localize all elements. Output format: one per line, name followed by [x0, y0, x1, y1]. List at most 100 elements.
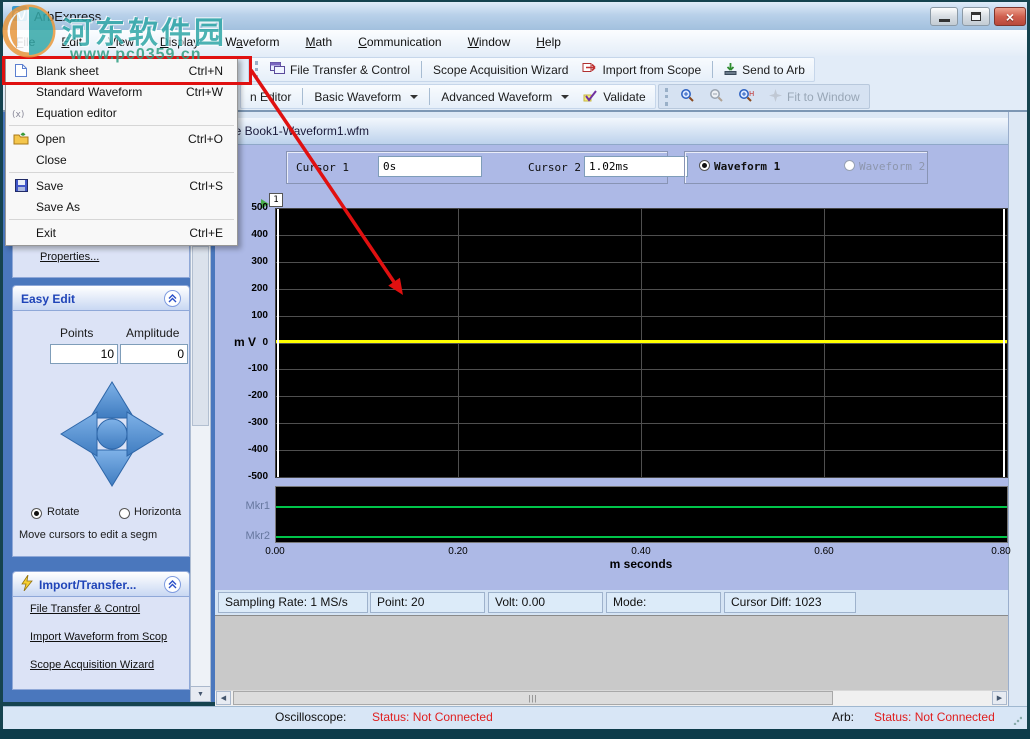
- send-to-arb-button[interactable]: Send to Arb: [717, 59, 812, 81]
- n-editor-button[interactable]: n Editor: [243, 86, 298, 108]
- marker1-line[interactable]: [276, 506, 1007, 508]
- document-titlebar[interactable]: ave Book1-Waveform1.wfm: [215, 118, 1008, 145]
- menu-item-shortcut: Ctrl+N: [189, 64, 223, 78]
- x-axis-tick: 0.40: [631, 546, 650, 557]
- zoom-h-button[interactable]: H: [731, 86, 762, 108]
- import-from-scope-button[interactable]: Import from Scope: [575, 59, 708, 81]
- lightning-icon: [21, 575, 33, 594]
- waveform1-radio[interactable]: [699, 160, 710, 171]
- toolbar-grip[interactable]: [665, 88, 669, 106]
- horizontal-scrollbar-thumb[interactable]: |||: [233, 691, 833, 705]
- file-transfer-control-button[interactable]: File Transfer & Control: [263, 59, 417, 81]
- cursor2-input[interactable]: [584, 156, 688, 177]
- waveform1-trace[interactable]: [276, 340, 1007, 343]
- cursor2-line[interactable]: [1003, 209, 1005, 477]
- menu-separator: [9, 219, 234, 220]
- import-transfer-header[interactable]: Import/Transfer...: [12, 571, 190, 597]
- menu-display[interactable]: Display: [147, 30, 212, 56]
- advanced-waveform-button[interactable]: Advanced Waveform: [434, 86, 576, 108]
- arb-status: Status: Not Connected: [874, 710, 995, 724]
- button-label: Advanced Waveform: [441, 90, 552, 104]
- menu-window[interactable]: Window: [455, 30, 524, 56]
- menu-edit[interactable]: Edit: [48, 30, 95, 56]
- marker2-line[interactable]: [276, 536, 1007, 538]
- validate-icon: [583, 89, 598, 105]
- easy-edit-header[interactable]: Easy Edit: [12, 285, 190, 311]
- menu-item-label: Close: [36, 153, 223, 167]
- rotate-label: Rotate: [47, 506, 79, 518]
- amplitude-label: Amplitude: [126, 326, 179, 340]
- collapse-chevron-icon[interactable]: [164, 290, 181, 307]
- close-icon: ×: [1006, 10, 1014, 24]
- scope-acquisition-wizard-button[interactable]: Scope Acquisition Wizard: [426, 59, 575, 81]
- properties-link[interactable]: Properties...: [40, 251, 99, 263]
- sidebar-scrollbar-thumb[interactable]: [192, 246, 209, 426]
- import-waveform-from-scop-link[interactable]: Import Waveform from Scop: [30, 631, 167, 643]
- menu-item-save[interactable]: SaveCtrl+S: [6, 175, 237, 196]
- y-axis-tick: -300: [228, 417, 268, 428]
- validate-button[interactable]: Validate: [576, 86, 652, 108]
- horizontal-label: Horizonta: [134, 506, 181, 518]
- y-axis-tick: -400: [228, 444, 268, 455]
- menu-item-standard-waveform[interactable]: Standard WaveformCtrl+W: [6, 81, 237, 102]
- menu-item-blank-sheet[interactable]: Blank sheetCtrl+N: [6, 60, 237, 81]
- cursor1-input[interactable]: [378, 156, 482, 177]
- gridline-vertical: [458, 209, 459, 477]
- scroll-right-button[interactable]: ▶: [992, 691, 1007, 705]
- menu-item-label: Blank sheet: [36, 64, 189, 78]
- menu-help[interactable]: Help: [523, 30, 574, 56]
- status-field-point: Point: 20: [370, 592, 485, 613]
- fit-icon: [769, 89, 782, 105]
- rotate-radio[interactable]: [31, 508, 42, 519]
- menu-item-open[interactable]: OpenCtrl+O: [6, 128, 237, 149]
- oscilloscope-status: Status: Not Connected: [372, 710, 493, 724]
- maximize-button[interactable]: [962, 7, 990, 26]
- scope-acquisition-wizard-link[interactable]: Scope Acquisition Wizard: [30, 659, 154, 671]
- menu-view[interactable]: View: [95, 30, 147, 56]
- menu-waveform[interactable]: Waveform: [212, 30, 292, 56]
- window-title: ArbExpress: [34, 9, 101, 24]
- scroll-down-button[interactable]: ▼: [190, 686, 211, 702]
- minimize-icon: [939, 19, 950, 22]
- menu-communication[interactable]: Communication: [345, 30, 454, 56]
- menu-item-equation-editor[interactable]: (x)Equation editor: [6, 102, 237, 123]
- menu-item-label: Standard Waveform: [36, 85, 186, 99]
- minimize-button[interactable]: [930, 7, 958, 26]
- window-bottom-border: [0, 729, 1030, 739]
- amplitude-input[interactable]: [120, 344, 188, 364]
- points-input[interactable]: [50, 344, 118, 364]
- button-label: File Transfer & Control: [290, 63, 410, 77]
- send-arb-icon: [724, 62, 737, 78]
- collapse-chevron-icon[interactable]: [164, 576, 181, 593]
- arb-label: Arb:: [832, 710, 854, 724]
- horizontal-radio[interactable]: [119, 508, 130, 519]
- file-transfer-control-link[interactable]: File Transfer & Control: [30, 603, 140, 615]
- basic-waveform-button[interactable]: Basic Waveform: [307, 86, 425, 108]
- menu-item-shortcut: Ctrl+S: [189, 179, 223, 193]
- menu-file[interactable]: File: [3, 30, 48, 56]
- x-axis-tick: 0.00: [265, 546, 284, 557]
- menu-math[interactable]: Math: [293, 30, 346, 56]
- file-transfer-icon: [270, 62, 285, 77]
- fit-to-window-button[interactable]: Fit to Window: [762, 86, 867, 108]
- cursor1-label: Cursor 1: [296, 161, 349, 174]
- file-menu: Blank sheetCtrl+NStandard WaveformCtrl+W…: [5, 57, 238, 246]
- close-button[interactable]: ×: [994, 7, 1026, 26]
- cursor1-line[interactable]: [277, 209, 279, 477]
- menu-item-close[interactable]: Close: [6, 149, 237, 170]
- zoom-in-button[interactable]: [673, 86, 702, 108]
- titlebar[interactable]: ArbExpress: [3, 2, 1027, 30]
- direction-pad[interactable]: [57, 378, 167, 490]
- waveform2-radio[interactable]: [844, 160, 855, 171]
- zoom-out-button[interactable]: [702, 86, 731, 108]
- zoom-in-icon: [680, 88, 695, 106]
- toolbar-grip[interactable]: [255, 61, 259, 79]
- menu-item-exit[interactable]: ExitCtrl+E: [6, 222, 237, 243]
- toolbar-separator: [429, 88, 430, 105]
- marker-strip[interactable]: [275, 486, 1008, 543]
- scroll-left-button[interactable]: ◀: [216, 691, 231, 705]
- open-folder-icon: [6, 132, 36, 145]
- menu-item-save-as[interactable]: Save As: [6, 196, 237, 217]
- resize-grip[interactable]: [1013, 716, 1022, 725]
- cursor1-handle[interactable]: 1: [269, 193, 283, 207]
